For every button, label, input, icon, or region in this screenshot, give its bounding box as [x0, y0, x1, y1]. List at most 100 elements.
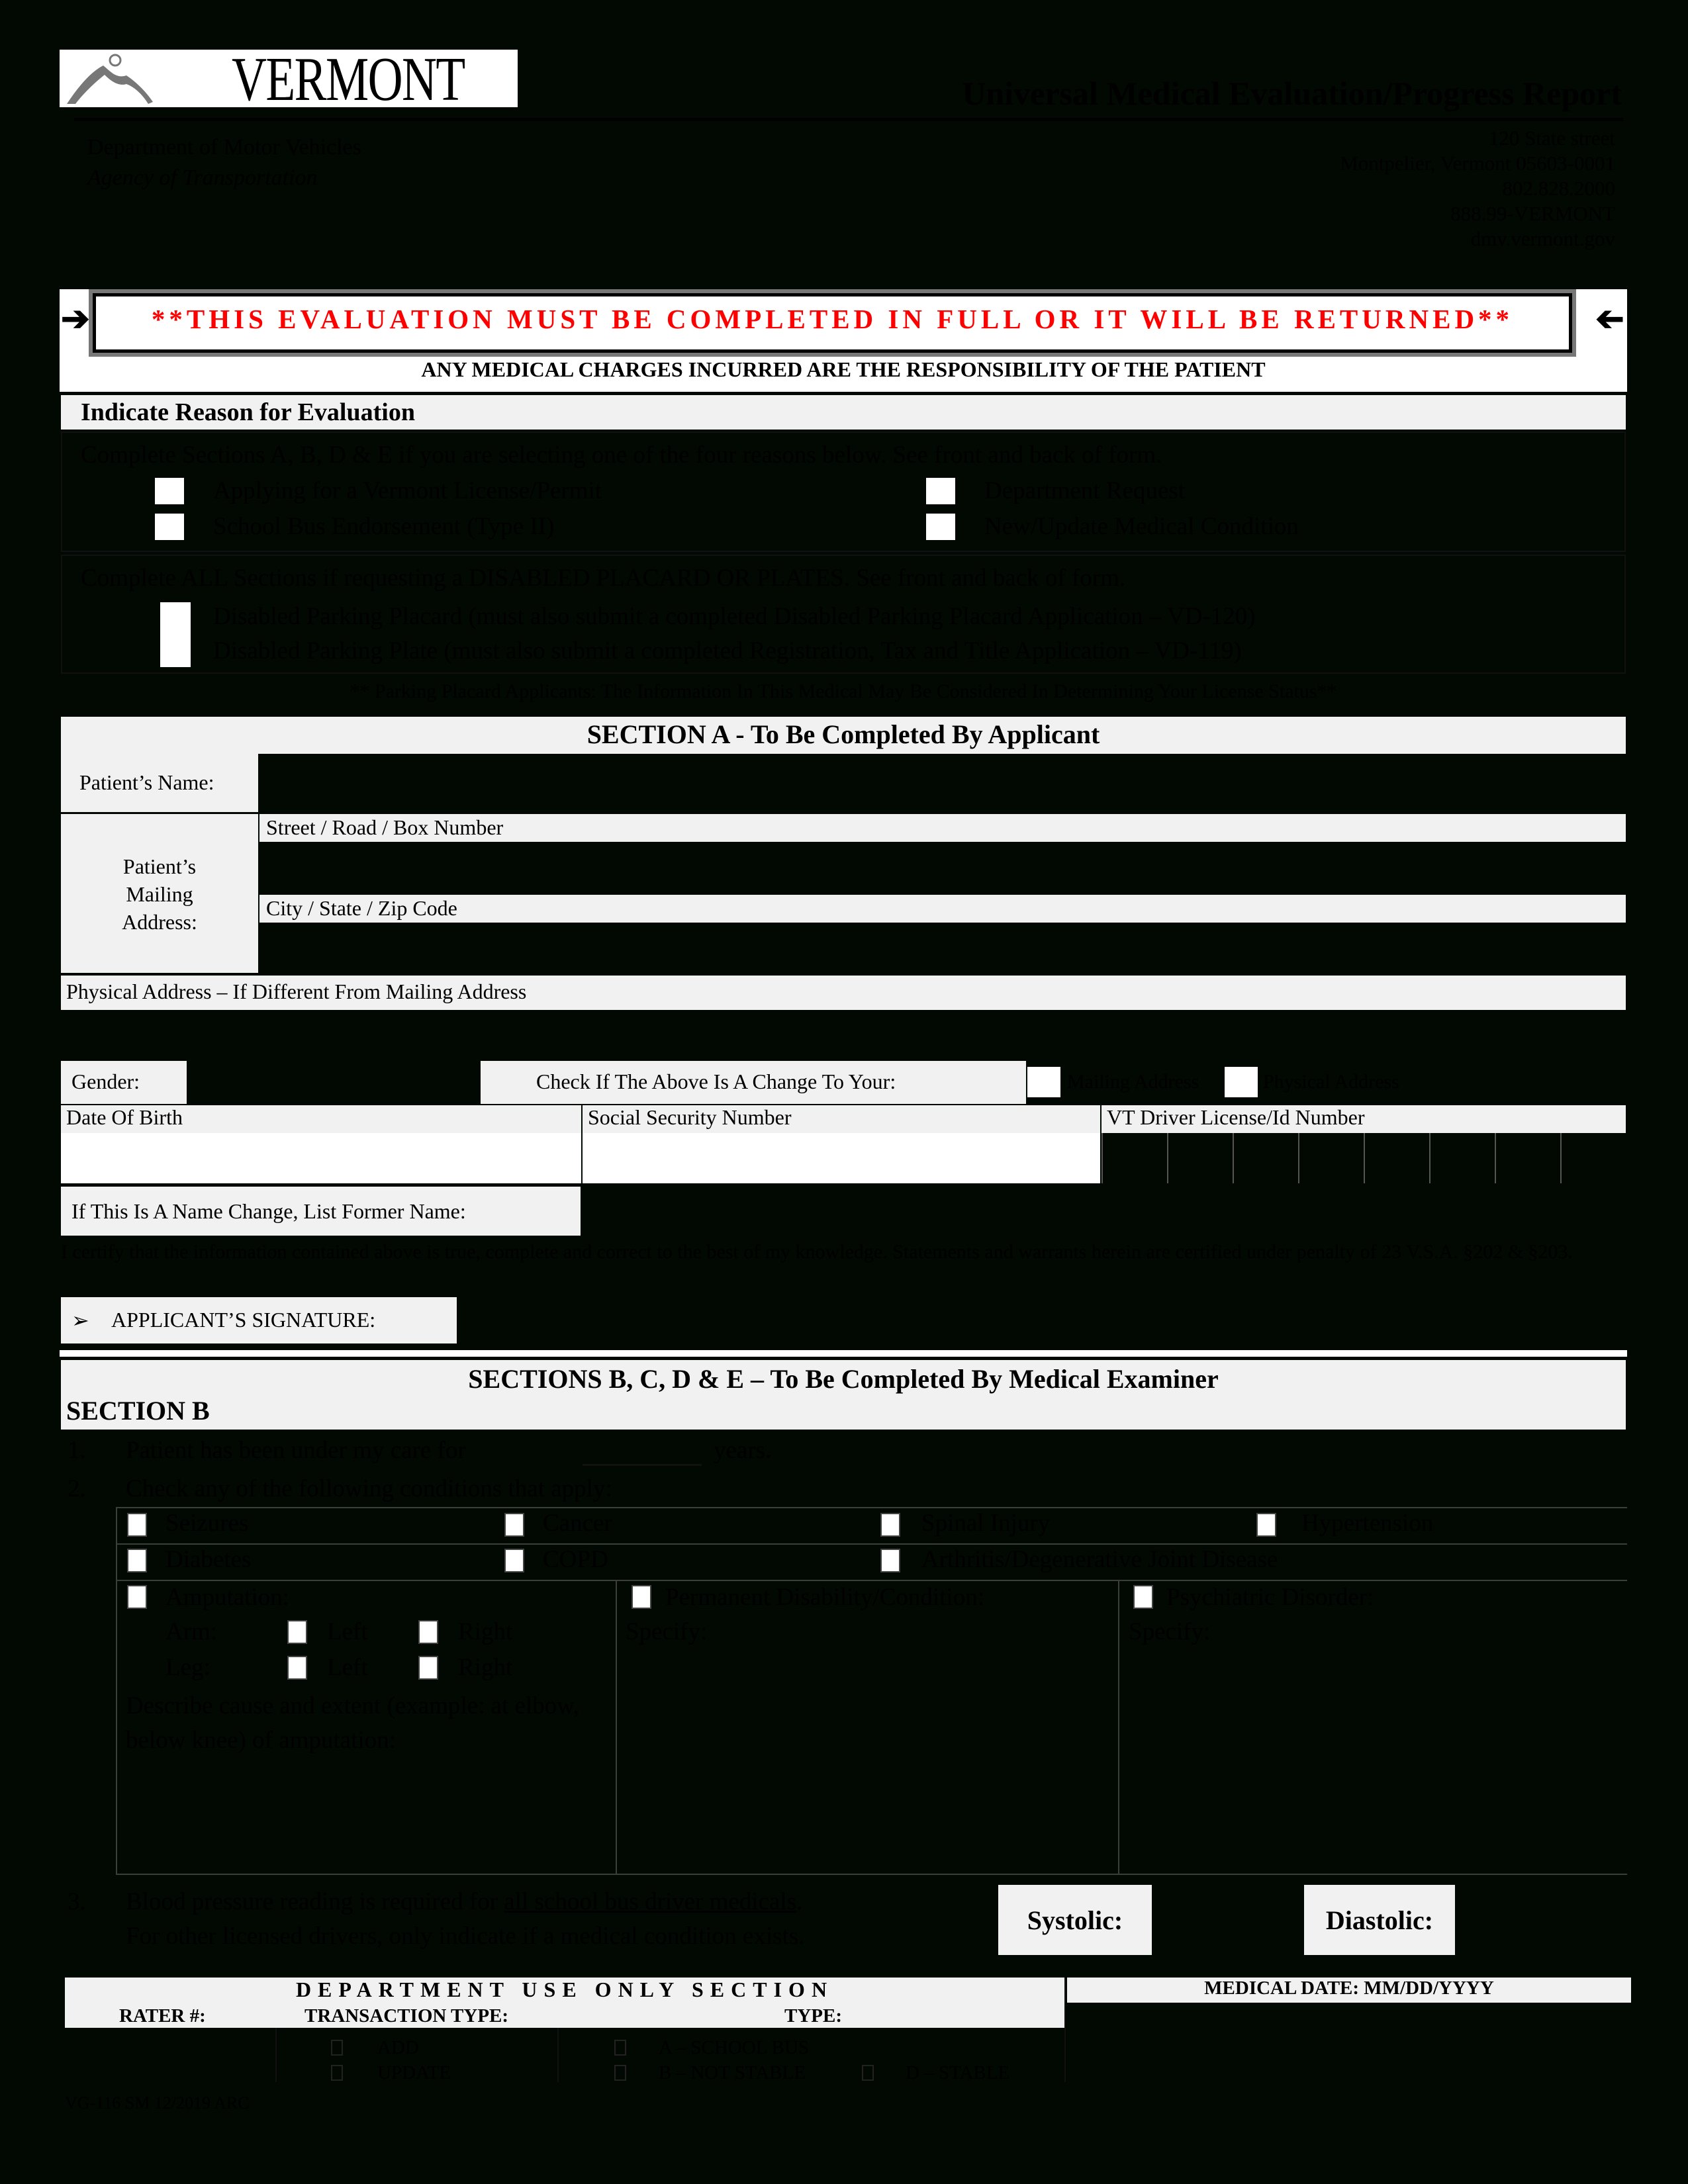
item-number: 1. [68, 1437, 86, 1464]
checkbox-amputation[interactable] [127, 1585, 147, 1609]
permanent-disability-field[interactable] [626, 1655, 1109, 1866]
amputation-describe: Describe cause and extent (example: at e… [126, 1692, 579, 1754]
physical-address-field[interactable] [61, 1011, 1626, 1059]
mailing-address-label: Patient’s Mailing Address: [61, 852, 258, 936]
logo-wordmark: VERMONT [232, 45, 465, 114]
signature-field[interactable] [458, 1297, 1626, 1343]
form-title: Universal Medical Evaluation/Progress Re… [962, 75, 1622, 112]
checkbox-physical-address[interactable] [1225, 1067, 1258, 1097]
former-name-field[interactable] [582, 1187, 1626, 1236]
specify-label: Specify: [626, 1618, 708, 1645]
item-number: 3. [68, 1888, 86, 1915]
license-digit-cell[interactable] [1495, 1133, 1560, 1183]
condition-label: Arthritis/Degenerative Joint Disease [921, 1546, 1278, 1573]
permanent-disability-label: Permanent Disability/Condition: [665, 1584, 984, 1611]
amputation-description-field[interactable] [126, 1760, 609, 1866]
checkbox-update[interactable] [331, 2065, 343, 2081]
left-label: Left [327, 1654, 368, 1681]
checkbox-hypertension[interactable] [1256, 1513, 1276, 1537]
website-line: dmv.vermont.gov [1470, 227, 1615, 250]
left-label: Left [327, 1618, 368, 1645]
bp-text-pre: Blood pressure reading is required for [126, 1888, 504, 1915]
checkbox-not-stable[interactable] [614, 2065, 626, 2081]
patient-name-field[interactable] [259, 754, 1626, 812]
conditions-intro: Check any of the following conditions th… [126, 1475, 612, 1502]
years-of-care-text: Patient has been under my care for [126, 1437, 466, 1464]
checkbox-psychiatric[interactable] [1133, 1585, 1153, 1609]
city-label: City / State / Zip Code [266, 896, 457, 920]
checkbox-cancer[interactable] [504, 1513, 524, 1537]
charges-notice: ANY MEDICAL CHARGES INCURRED ARE THE RES… [421, 357, 1266, 381]
city-field[interactable] [259, 924, 1626, 973]
change-label: Check If The Above Is A Change To Your: [536, 1069, 896, 1093]
license-digit-cell[interactable] [1102, 1133, 1166, 1183]
years-of-care-field[interactable] [583, 1464, 702, 1466]
phone-line: 802.828.2000 [1502, 177, 1616, 200]
checkbox-add[interactable] [331, 2040, 343, 2056]
checkbox-arthritis[interactable] [880, 1549, 900, 1572]
checkbox-school-bus-type[interactable] [614, 2040, 626, 2056]
checkbox-mailing-address[interactable] [1027, 1067, 1060, 1097]
table-rule [616, 1580, 617, 1875]
checkbox-stable[interactable] [862, 2065, 874, 2081]
address-block: 120 State street Montpelier, Vermont 056… [1340, 126, 1615, 251]
checkbox-seizures[interactable] [127, 1513, 147, 1537]
table-rule [1064, 1978, 1066, 2082]
license-digit-cell[interactable] [1560, 1133, 1625, 1183]
license-digit-cell[interactable] [1298, 1133, 1363, 1183]
license-digit-cell[interactable] [1167, 1133, 1232, 1183]
right-label: Right [458, 1654, 513, 1681]
checkbox-spinal-injury[interactable] [880, 1513, 900, 1537]
checkbox-leg-left[interactable] [287, 1656, 307, 1680]
transaction-option: UPDATE [377, 2062, 451, 2083]
transaction-option: ADD [377, 2037, 419, 2058]
license-digit-cell[interactable] [1429, 1133, 1494, 1183]
placard-note: ** Parking Placard Applicants: The Infor… [350, 680, 1337, 702]
arm-label: Arm: [165, 1618, 218, 1645]
psychiatric-field[interactable] [1129, 1655, 1618, 1866]
license-digit-cell[interactable] [1233, 1133, 1297, 1183]
systolic-field[interactable] [1153, 1885, 1303, 1955]
psychiatric-label: Psychiatric Disorder: [1166, 1584, 1374, 1611]
license-digit-cell[interactable] [1364, 1133, 1429, 1183]
option-label: Department Request [984, 477, 1186, 504]
checkbox-vermont-license[interactable] [155, 478, 184, 504]
form-id: VG-116 SM 12/2019 ARC [65, 2093, 250, 2113]
section-b-heading: SECTION B [66, 1396, 210, 1426]
checkbox-school-bus[interactable] [155, 514, 184, 540]
checkbox-disabled-placard-plate[interactable] [160, 602, 191, 667]
condition-label: Spinal Injury [921, 1510, 1051, 1537]
certification-text: I certify that the information contained… [61, 1241, 1573, 1263]
reason-heading: Indicate Reason for Evaluation [81, 398, 415, 426]
checkbox-copd[interactable] [504, 1549, 524, 1572]
dob-field[interactable] [61, 1133, 581, 1183]
condition-label: Hypertension [1301, 1510, 1434, 1537]
checkbox-medical-condition[interactable] [926, 514, 955, 540]
diastolic-field[interactable] [1456, 1885, 1609, 1955]
rater-label: RATER #: [119, 2005, 206, 2026]
left-arrow-icon: ➔ [1595, 300, 1624, 338]
checkbox-arm-right[interactable] [418, 1620, 438, 1644]
table-rule [116, 1874, 1627, 1875]
type-label: TYPE: [784, 2005, 842, 2026]
rater-field[interactable] [65, 2028, 277, 2082]
street-field[interactable] [259, 843, 1626, 893]
type-option: D – STABLE [906, 2062, 1010, 2083]
leg-label: Leg: [165, 1654, 211, 1681]
bp-requirement-text: Blood pressure reading is required for a… [126, 1888, 802, 1916]
checkbox-diabetes[interactable] [127, 1549, 147, 1572]
checkbox-permanent-disability[interactable] [632, 1585, 651, 1609]
item-number: 2. [68, 1475, 86, 1502]
condition-label: Cancer [543, 1510, 612, 1537]
gender-field[interactable] [188, 1061, 479, 1104]
checkbox-leg-right[interactable] [418, 1656, 438, 1680]
condition-label: Diabetes [165, 1546, 252, 1573]
medical-date-field[interactable] [1067, 2004, 1631, 2082]
reason-group-2: Complete ALL Sections if requesting a DI… [61, 555, 1626, 674]
label-line: Address: [122, 910, 197, 934]
label-line: Mailing [126, 882, 193, 906]
ssn-field[interactable] [583, 1133, 1100, 1183]
checkbox-arm-left[interactable] [287, 1620, 307, 1644]
medical-date-label: MEDICAL DATE: MM/DD/YYYY [1204, 1978, 1494, 1999]
checkbox-department-request[interactable] [926, 478, 955, 504]
